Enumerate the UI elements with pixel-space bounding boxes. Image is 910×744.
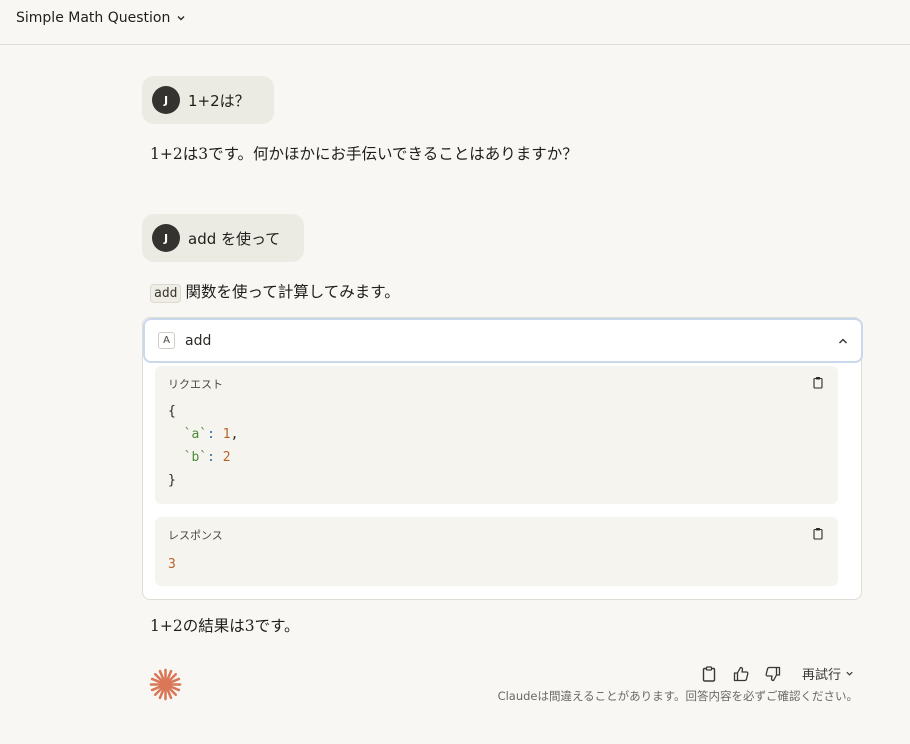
param-key: `a` [183,427,208,442]
user-message-text: add を使って [188,229,281,248]
assistant-message-text: 関数を使って計算してみます。 [185,283,400,301]
user-message: J 1+2は？ [142,76,274,124]
param-value: 2 [222,450,231,465]
request-code: { `a`: 1, `b`: 2 } [168,404,239,488]
thumbs-down-icon[interactable] [764,665,782,683]
claude-logo [149,668,182,701]
tool-letter-badge: A [158,332,175,349]
chevron-up-icon[interactable] [837,335,849,347]
tool-call-header[interactable]: A add [143,318,863,363]
brace-open: { [168,404,176,419]
param-value: 1 [222,427,231,442]
avatar: J [152,86,180,114]
param-key: `b` [183,450,208,465]
tool-call-card: A add リクエスト { `a`: 1, `b`: 2 } レスポンス 3 [142,317,863,600]
retry-button[interactable]: 再試行 [802,664,854,683]
top-bar: Simple Math Question [0,0,910,45]
thumbs-up-icon[interactable] [732,665,750,683]
clipboard-icon[interactable] [812,527,824,540]
response-value: 3 [168,557,176,572]
user-message: J add を使って [142,214,305,262]
response-label: レスポンス [168,529,223,542]
clipboard-icon[interactable] [812,376,824,389]
message-actions: 再試行 [700,664,854,683]
conversation-title-dropdown[interactable]: Simple Math Question [16,10,186,26]
disclaimer: Claudeは間違えることがあります。回答内容を必ずご確認ください。 [497,689,858,703]
response-panel: レスポンス 3 [155,517,838,586]
request-panel: リクエスト { `a`: 1, `b`: 2 } [155,366,838,504]
retry-label: 再試行 [801,668,841,683]
assistant-message: add 関数を使って計算してみます。 [150,280,400,303]
chevron-down-icon [846,671,853,676]
chevron-down-icon [177,16,185,21]
user-message-text: 1+2は？ [188,91,250,110]
param-comma: , [230,427,239,442]
assistant-message: 1+2は3です。何かほかにお手伝いできることはありますか？ [150,145,578,163]
conversation-title: Simple Math Question [16,10,171,26]
clipboard-icon[interactable] [700,665,718,683]
request-label: リクエスト [168,378,223,391]
avatar: J [152,224,180,252]
response-code: 3 [168,553,176,576]
assistant-message: 1+2の結果は3です。 [150,617,300,635]
inline-code: add [150,284,182,303]
brace-close: } [168,473,176,488]
tool-name: add [185,332,212,349]
